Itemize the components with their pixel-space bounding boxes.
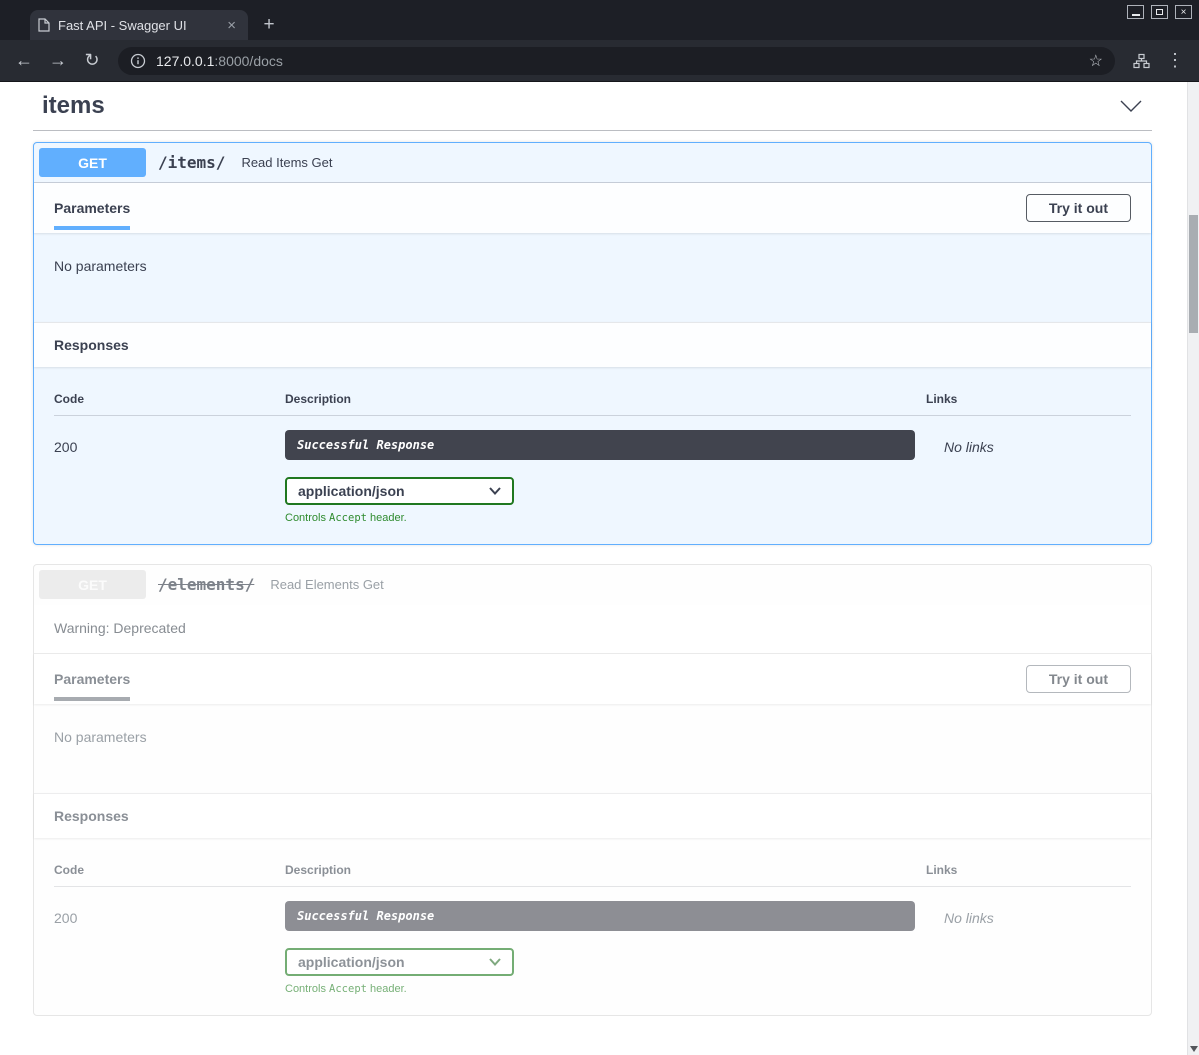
response-description-text: Successful Response xyxy=(297,909,434,923)
code-column-header: Code xyxy=(54,863,285,877)
chevron-down-icon[interactable] xyxy=(1120,100,1142,113)
operation-summary[interactable]: GET /items/ Read Items Get xyxy=(34,143,1151,183)
minimize-button[interactable] xyxy=(1127,5,1144,19)
parameters-header: Parameters Try it out xyxy=(34,183,1151,233)
menu-icon[interactable]: ⋮ xyxy=(1161,47,1189,75)
parameters-tab[interactable]: Parameters xyxy=(54,671,130,687)
back-icon[interactable]: ← xyxy=(10,47,38,75)
responses-table-header: Code Description Links xyxy=(54,853,1131,887)
accept-note-code: Accept xyxy=(329,512,367,524)
response-row: 200 Successful Response application/json xyxy=(54,887,1131,995)
tab-close-icon[interactable]: × xyxy=(223,17,240,34)
method-badge: GET xyxy=(39,148,146,177)
info-icon[interactable] xyxy=(130,53,146,69)
accept-note-code: Accept xyxy=(329,983,367,995)
response-description-box: Successful Response xyxy=(285,901,915,931)
new-tab-button[interactable]: + xyxy=(256,12,282,38)
browser-window: Fast API - Swagger UI × + × ← → ↻ 127.0.… xyxy=(0,0,1199,1055)
description-column-header: Description xyxy=(285,863,926,877)
title-bar: Fast API - Swagger UI × + × xyxy=(0,0,1199,40)
response-description-box: Successful Response xyxy=(285,430,915,460)
browser-tab[interactable]: Fast API - Swagger UI × xyxy=(30,10,248,40)
maximize-button[interactable] xyxy=(1151,5,1168,19)
accept-note-suffix: header. xyxy=(367,512,407,524)
page-viewport: items GET /items/ Read Items Get Paramet… xyxy=(0,82,1199,1055)
response-description-cell: Successful Response application/json Con… xyxy=(285,901,926,995)
section-divider xyxy=(33,130,1152,131)
reload-icon[interactable]: ↻ xyxy=(78,47,106,75)
responses-header: Responses xyxy=(34,322,1151,367)
swagger-content: items GET /items/ Read Items Get Paramet… xyxy=(0,82,1187,1055)
responses-body: Code Description Links 200 Successful Re… xyxy=(34,838,1151,1015)
media-type-value: application/json xyxy=(298,954,405,970)
parameters-body: No parameters xyxy=(34,233,1151,322)
window-controls: × xyxy=(1127,5,1192,19)
sitemap-icon[interactable] xyxy=(1127,47,1155,75)
operation-path: /elements/ xyxy=(158,575,254,594)
accept-note-suffix: header. xyxy=(367,983,407,995)
operation-body: Parameters Try it out No parameters Resp… xyxy=(34,183,1151,544)
select-chevron-icon xyxy=(489,487,501,495)
deprecated-warning: Warning: Deprecated xyxy=(34,605,1151,654)
browser-toolbar: ← → ↻ 127.0.0.1:8000/docs ☆ ⋮ xyxy=(0,40,1199,82)
address-bar[interactable]: 127.0.0.1:8000/docs ☆ xyxy=(118,47,1115,75)
operation-summary-text: Read Elements Get xyxy=(270,577,383,592)
maximize-icon xyxy=(1156,9,1163,15)
forward-icon[interactable]: → xyxy=(44,47,72,75)
responses-title: Responses xyxy=(54,337,129,353)
parameters-tab[interactable]: Parameters xyxy=(54,200,130,216)
no-parameters-text: No parameters xyxy=(54,258,147,274)
accept-header-note: Controls Accept header. xyxy=(285,512,926,524)
response-links: No links xyxy=(926,430,1131,524)
operation-get-elements-deprecated: GET /elements/ Read Elements Get Warning… xyxy=(33,564,1152,1016)
no-parameters-text: No parameters xyxy=(54,729,147,745)
media-type-select[interactable]: application/json xyxy=(285,948,514,976)
response-code: 200 xyxy=(54,901,285,995)
accept-header-note: Controls Accept header. xyxy=(285,983,926,995)
responses-title: Responses xyxy=(54,808,129,824)
links-column-header: Links xyxy=(926,863,1131,877)
response-code: 200 xyxy=(54,430,285,524)
code-column-header: Code xyxy=(54,392,285,406)
response-row: 200 Successful Response application/json xyxy=(54,416,1131,524)
media-type-select[interactable]: application/json xyxy=(285,477,514,505)
scrollbar-thumb[interactable] xyxy=(1189,215,1198,333)
operation-summary[interactable]: GET /elements/ Read Elements Get xyxy=(34,565,1151,605)
parameters-body: No parameters xyxy=(34,704,1151,793)
accept-note-prefix: Controls xyxy=(285,983,329,995)
url-path: :8000/docs xyxy=(214,53,283,69)
url-host: 127.0.0.1 xyxy=(156,53,214,69)
minimize-icon xyxy=(1132,14,1140,16)
operation-body: Warning: Deprecated Parameters Try it ou… xyxy=(34,605,1151,1015)
description-column-header: Description xyxy=(285,392,926,406)
try-it-out-button[interactable]: Try it out xyxy=(1026,194,1131,222)
bookmark-star-icon[interactable]: ☆ xyxy=(1089,51,1103,71)
method-badge: GET xyxy=(39,570,146,599)
url-text: 127.0.0.1:8000/docs xyxy=(156,53,283,69)
responses-header: Responses xyxy=(34,793,1151,838)
responses-table-header: Code Description Links xyxy=(54,382,1131,416)
response-description-text: Successful Response xyxy=(297,438,434,452)
page-scrollbar[interactable] xyxy=(1187,82,1199,1055)
accept-note-prefix: Controls xyxy=(285,512,329,524)
operation-path: /items/ xyxy=(158,153,225,172)
scrollbar-down-arrow-icon[interactable] xyxy=(1190,1046,1198,1052)
page-icon xyxy=(38,18,50,32)
try-it-out-button[interactable]: Try it out xyxy=(1026,665,1131,693)
operation-get-items: GET /items/ Read Items Get Parameters Tr… xyxy=(33,142,1152,545)
parameters-header: Parameters Try it out xyxy=(34,654,1151,704)
tab-title: Fast API - Swagger UI xyxy=(58,18,223,33)
operation-summary-text: Read Items Get xyxy=(241,155,332,170)
response-description-cell: Successful Response application/json Con… xyxy=(285,430,926,524)
responses-body: Code Description Links 200 Successful Re… xyxy=(34,367,1151,544)
close-button[interactable]: × xyxy=(1175,5,1192,19)
select-chevron-icon xyxy=(489,958,501,966)
tag-section-header[interactable]: items xyxy=(33,88,1152,130)
response-links: No links xyxy=(926,901,1131,995)
links-column-header: Links xyxy=(926,392,1131,406)
section-title: items xyxy=(42,92,105,120)
media-type-value: application/json xyxy=(298,483,405,499)
